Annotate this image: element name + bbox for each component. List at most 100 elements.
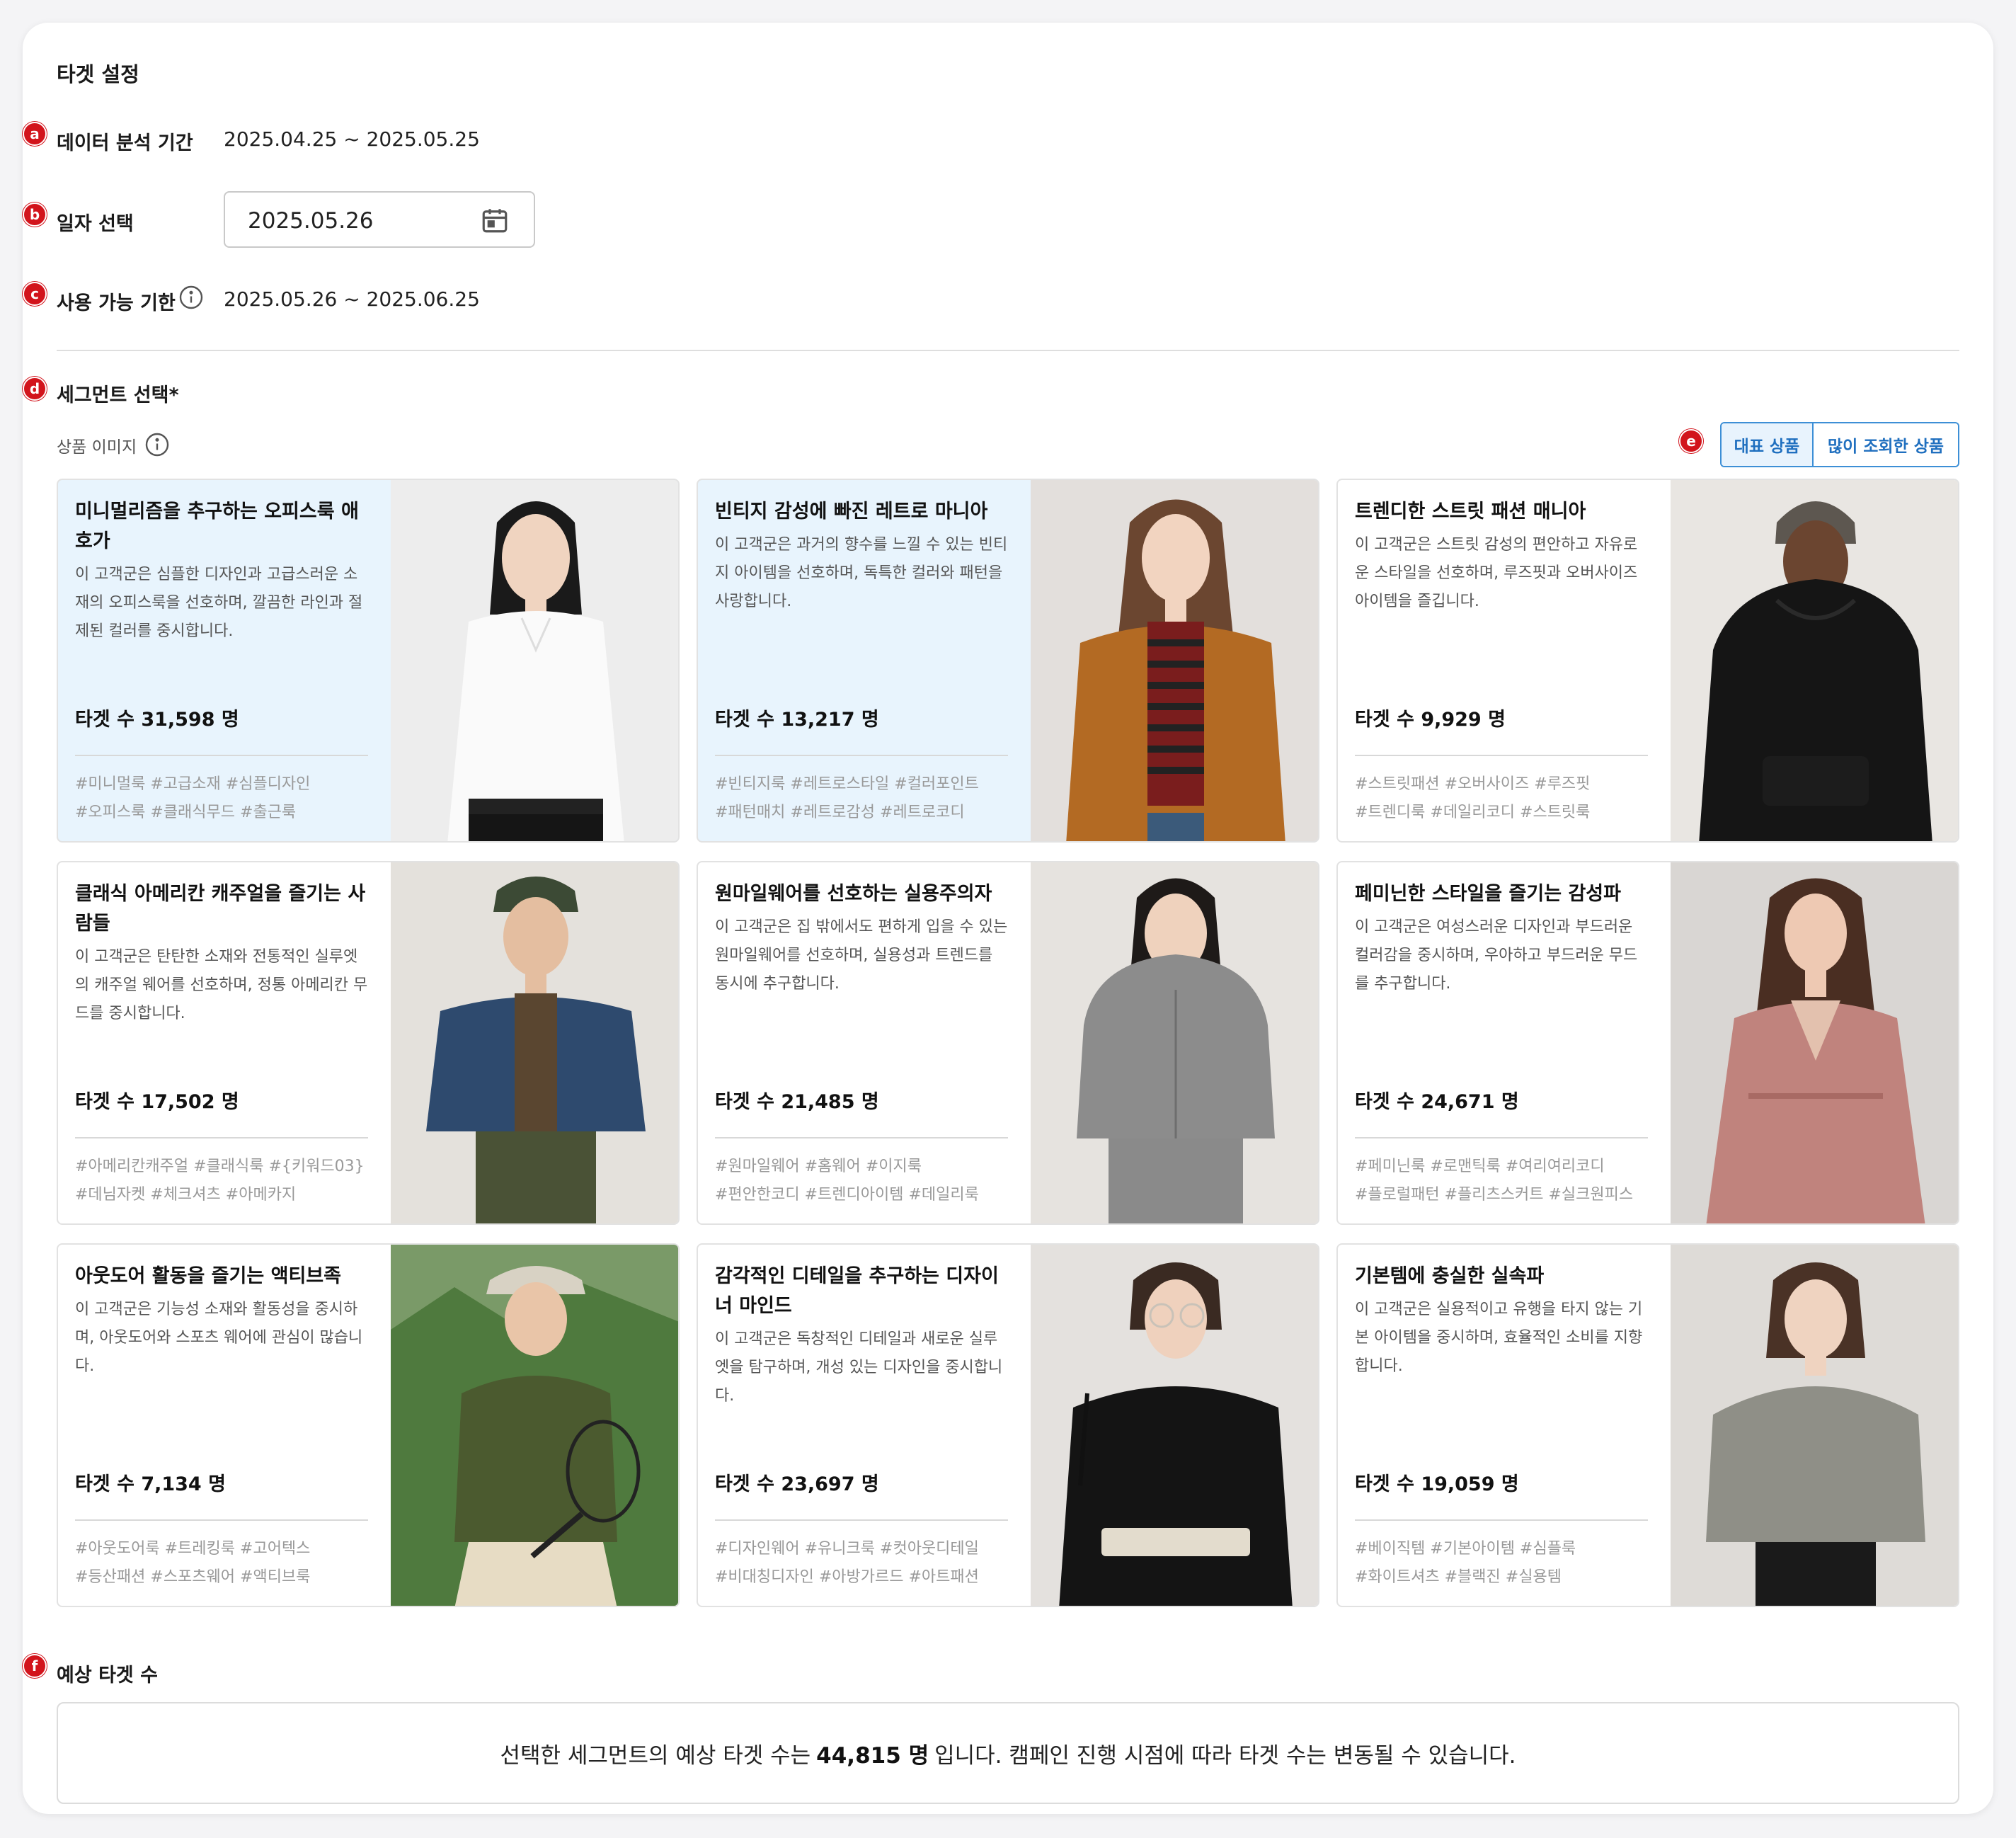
card-description: 이 고객군은 심플한 디자인과 고급스러운 소재의 오피스룩을 선호하며, 깔끔… bbox=[75, 566, 363, 640]
product-image bbox=[1031, 480, 1318, 841]
card-description: 이 고객군은 기능성 소재와 활동성을 중시하며, 아웃도어와 스포츠 웨어에 … bbox=[75, 1301, 363, 1375]
card-tags-line: #플로럴패턴 #플리츠스커트 #실크원피스 bbox=[1355, 1186, 1634, 1204]
section-divider bbox=[57, 350, 1959, 351]
card-description: 이 고객군은 집 밖에서도 편하게 입을 수 있는 원마일웨어를 선호하며, 실… bbox=[715, 918, 1008, 993]
card-tags-line: #빈티지룩 #레트로스타일 #컬러포인트 bbox=[715, 775, 979, 793]
calendar-icon[interactable] bbox=[480, 205, 510, 235]
card-tags-line: #원마일웨어 #홈웨어 #이지룩 bbox=[715, 1158, 922, 1175]
card-tags: #아메리칸캐주얼 #클래식룩 #{키워드03} #데님자켓 #체크셔츠 #아메카… bbox=[75, 1153, 379, 1209]
marker-f: f bbox=[23, 1654, 47, 1678]
card-title: 원마일웨어를 선호하는 실용주의자 bbox=[715, 883, 992, 905]
info-icon[interactable] bbox=[144, 432, 170, 457]
card-title: 미니멀리즘을 추구하는 오피스룩 애호가 bbox=[75, 501, 359, 552]
info-icon[interactable] bbox=[178, 285, 204, 310]
segment-card[interactable]: 클래식 아메리칸 캐주얼을 즐기는 사람들 이 고객군은 탄탄한 소재와 전통적… bbox=[57, 861, 680, 1225]
card-tags-line: #오피스룩 #클래식무드 #출근룩 bbox=[75, 804, 297, 821]
marker-d: d bbox=[23, 377, 47, 401]
card-tags-line: #스트릿패션 #오버사이즈 #루즈핏 bbox=[1355, 775, 1591, 793]
product-image bbox=[1671, 862, 1958, 1223]
card-tags-line: #데님자켓 #체크셔츠 #아메카지 bbox=[75, 1186, 297, 1204]
target-settings-panel: 타겟 설정 a 데이터 분석 기간 2025.04.25 ~ 2025.05.2… bbox=[23, 23, 1993, 1814]
segment-card[interactable]: 트렌디한 스트릿 패션 매니아 이 고객군은 스트릿 감성의 편안하고 자유로운… bbox=[1336, 479, 1959, 843]
card-target-count: 타겟 수 13,217 명 bbox=[715, 709, 879, 731]
estimate-prefix: 선택한 세그먼트의 예상 타겟 수는 bbox=[500, 1742, 811, 1769]
usable-period-value: 2025.05.26 ~ 2025.06.25 bbox=[224, 287, 480, 311]
card-tags: #페미닌룩 #로맨틱룩 #여리여리코디 #플로럴패턴 #플리츠스커트 #실크원피… bbox=[1355, 1153, 1659, 1209]
segment-card[interactable]: 미니멀리즘을 추구하는 오피스룩 애호가 이 고객군은 심플한 디자인과 고급스… bbox=[57, 479, 680, 843]
analysis-period-value: 2025.04.25 ~ 2025.05.25 bbox=[224, 127, 480, 151]
card-tags-line: #편안한코디 #트렌디아이템 #데일리룩 bbox=[715, 1186, 979, 1204]
card-target-count: 타겟 수 17,502 명 bbox=[75, 1091, 239, 1113]
card-tags-line: #비대칭디자인 #아방가르드 #아트패션 bbox=[715, 1568, 979, 1586]
segment-card[interactable]: 아웃도어 활동을 즐기는 액티브족 이 고객군은 기능성 소재와 활동성을 중시… bbox=[57, 1243, 680, 1607]
card-target-count: 타겟 수 19,059 명 bbox=[1355, 1473, 1519, 1495]
date-picker-field[interactable]: 2025.05.26 bbox=[224, 191, 535, 248]
card-title: 클래식 아메리칸 캐주얼을 즐기는 사람들 bbox=[75, 883, 366, 935]
estimate-suffix: 입니다. 캠페인 진행 시점에 따라 타겟 수는 변동될 수 있습니다. bbox=[934, 1742, 1516, 1769]
product-image bbox=[391, 480, 678, 841]
marker-a: a bbox=[23, 122, 47, 146]
card-tags-line: #화이트셔츠 #블랙진 #실용템 bbox=[1355, 1568, 1562, 1586]
card-tags-line: #트렌디룩 #데일리코디 #스트릿룩 bbox=[1355, 804, 1591, 821]
card-title: 기본템에 충실한 실속파 bbox=[1355, 1265, 1545, 1287]
card-tags: #스트릿패션 #오버사이즈 #루즈핏 #트렌디룩 #데일리코디 #스트릿룩 bbox=[1355, 770, 1659, 827]
card-title: 빈티지 감성에 빠진 레트로 마니아 bbox=[715, 501, 988, 523]
card-tags-line: #패턴매치 #레트로감성 #레트로코디 bbox=[715, 804, 965, 821]
card-divider bbox=[715, 1137, 1008, 1138]
card-title: 트렌디한 스트릿 패션 매니아 bbox=[1355, 501, 1586, 523]
card-divider bbox=[75, 1137, 368, 1138]
card-tags-line: #아웃도어룩 #트레킹룩 #고어텍스 bbox=[75, 1540, 311, 1558]
panel-title: 타겟 설정 bbox=[57, 62, 139, 86]
card-tags-line: #등산패션 #스포츠웨어 #액티브룩 bbox=[75, 1568, 311, 1586]
product-image-toggle: 대표 상품 많이 조회한 상품 bbox=[1720, 422, 1959, 467]
product-image bbox=[391, 862, 678, 1223]
toggle-most-viewed-product[interactable]: 많이 조회한 상품 bbox=[1814, 423, 1958, 466]
product-image bbox=[1031, 1245, 1318, 1606]
card-tags-line: #디자인웨어 #유니크룩 #컷아웃디테일 bbox=[715, 1540, 979, 1558]
toggle-representative-product[interactable]: 대표 상품 bbox=[1722, 423, 1814, 466]
marker-b: b bbox=[23, 202, 47, 227]
product-image bbox=[1031, 862, 1318, 1223]
card-divider bbox=[715, 755, 1008, 756]
segment-card[interactable]: 감각적인 디테일을 추구하는 디자이너 마인드 이 고객군은 독창적인 디테일과… bbox=[697, 1243, 1319, 1607]
product-image bbox=[391, 1245, 678, 1606]
marker-e: e bbox=[1679, 429, 1703, 453]
card-divider bbox=[75, 1519, 368, 1521]
segment-card[interactable]: 페미닌한 스타일을 즐기는 감성파 이 고객군은 여성스러운 디자인과 부드러운… bbox=[1336, 861, 1959, 1225]
card-title: 페미닌한 스타일을 즐기는 감성파 bbox=[1355, 883, 1621, 905]
segment-select-label: 세그먼트 선택* bbox=[57, 384, 179, 406]
card-target-count: 타겟 수 24,671 명 bbox=[1355, 1091, 1519, 1113]
card-tags: #원마일웨어 #홈웨어 #이지룩 #편안한코디 #트렌디아이템 #데일리룩 bbox=[715, 1153, 1019, 1209]
card-description: 이 고객군은 스트릿 감성의 편안하고 자유로운 스타일을 선호하며, 루즈핏과… bbox=[1355, 536, 1638, 610]
card-description: 이 고객군은 탄탄한 소재와 전통적인 실루엣의 캐주얼 웨어를 선호하며, 정… bbox=[75, 948, 368, 1022]
product-image bbox=[1671, 1245, 1958, 1606]
card-description: 이 고객군은 여성스러운 디자인과 부드러운 컬러감을 중시하며, 우아하고 부… bbox=[1355, 918, 1638, 993]
usable-period-label: 사용 가능 기한 bbox=[57, 292, 176, 314]
card-divider bbox=[1355, 1137, 1648, 1138]
card-tags-line: #아메리칸캐주얼 #클래식룩 #{키워드03} bbox=[75, 1158, 365, 1175]
card-tags: #베이직템 #기본아이템 #심플룩 #화이트셔츠 #블랙진 #실용템 bbox=[1355, 1535, 1659, 1592]
card-target-count: 타겟 수 9,929 명 bbox=[1355, 709, 1506, 731]
segment-card[interactable]: 기본템에 충실한 실속파 이 고객군은 실용적이고 유행을 타지 않는 기본 아… bbox=[1336, 1243, 1959, 1607]
card-target-count: 타겟 수 23,697 명 bbox=[715, 1473, 879, 1495]
card-tags-line: #베이직템 #기본아이템 #심플룩 bbox=[1355, 1540, 1576, 1558]
marker-c: c bbox=[23, 282, 47, 306]
segment-card[interactable]: 빈티지 감성에 빠진 레트로 마니아 이 고객군은 과거의 향수를 느낄 수 있… bbox=[697, 479, 1319, 843]
card-tags: #아웃도어룩 #트레킹룩 #고어텍스 #등산패션 #스포츠웨어 #액티브룩 bbox=[75, 1535, 379, 1592]
estimate-label: 예상 타겟 수 bbox=[57, 1665, 158, 1686]
card-divider bbox=[1355, 1519, 1648, 1521]
estimate-summary: 선택한 세그먼트의 예상 타겟 수는 44,815 명 입니다. 캠페인 진행 … bbox=[57, 1702, 1959, 1804]
card-divider bbox=[715, 1519, 1008, 1521]
card-tags: #디자인웨어 #유니크룩 #컷아웃디테일 #비대칭디자인 #아방가르드 #아트패… bbox=[715, 1535, 1019, 1592]
analysis-period-label: 데이터 분석 기간 bbox=[57, 132, 193, 154]
card-divider bbox=[1355, 755, 1648, 756]
card-tags-line: #미니멀룩 #고급소재 #심플디자인 bbox=[75, 775, 311, 793]
card-description: 이 고객군은 과거의 향수를 느낄 수 있는 빈티지 아이템을 선호하며, 독특… bbox=[715, 536, 1008, 610]
card-description: 이 고객군은 독창적인 디테일과 새로운 실루엣을 탐구하며, 개성 있는 디자… bbox=[715, 1330, 1003, 1405]
segment-card[interactable]: 원마일웨어를 선호하는 실용주의자 이 고객군은 집 밖에서도 편하게 입을 수… bbox=[697, 861, 1319, 1225]
date-select-label: 일자 선택 bbox=[57, 213, 134, 235]
card-target-count: 타겟 수 7,134 명 bbox=[75, 1473, 226, 1495]
card-description: 이 고객군은 실용적이고 유행을 타지 않는 기본 아이템을 중시하며, 효율적… bbox=[1355, 1301, 1643, 1375]
date-picker-value: 2025.05.26 bbox=[248, 208, 374, 234]
card-target-count: 타겟 수 21,485 명 bbox=[715, 1091, 879, 1113]
